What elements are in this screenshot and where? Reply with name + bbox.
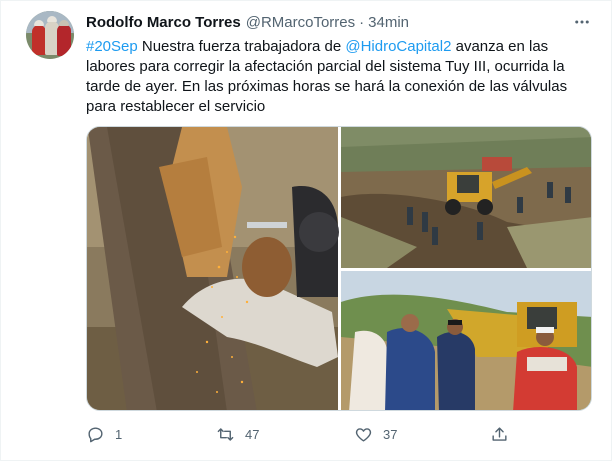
tweet-header: Rodolfo Marco Torres @RMarcoTorres · 34m…: [86, 12, 409, 32]
like-button[interactable]: 37: [354, 423, 397, 445]
media-photo-1[interactable]: [87, 127, 339, 411]
more-options-button[interactable]: [571, 11, 593, 33]
media-photo-3[interactable]: [341, 271, 592, 411]
reply-icon: [88, 426, 103, 442]
hashtag-link[interactable]: #20Sep: [86, 38, 138, 55]
tweet-text: #20Sep Nuestra fuerza trabajadora de @Hi…: [86, 37, 586, 117]
like-count: 37: [383, 426, 398, 442]
tweet-card[interactable]: Rodolfo Marco Torres @RMarcoTorres · 34m…: [0, 0, 612, 461]
reply-button[interactable]: 1: [86, 423, 122, 445]
more-horizontal-icon: [575, 20, 589, 24]
mention-link[interactable]: @HidroCapital2: [345, 38, 451, 55]
like-icon: [355, 427, 372, 442]
media-photo-2[interactable]: [341, 127, 592, 268]
header-separator: ·: [359, 13, 365, 31]
share-button[interactable]: [490, 423, 509, 445]
author-name[interactable]: Rodolfo Marco Torres: [86, 14, 241, 31]
tweet-timestamp[interactable]: 34min: [368, 14, 409, 31]
author-avatar[interactable]: [26, 11, 74, 59]
tweet-actions: 1 47 37: [86, 423, 526, 445]
tweet-text-part-1: Nuestra fuerza trabajadora de: [137, 38, 346, 55]
tweet-media-grid: [86, 126, 592, 411]
retweet-button[interactable]: 47: [216, 423, 259, 445]
retweet-count: 47: [245, 426, 260, 442]
retweet-icon: [217, 427, 234, 441]
reply-count: 1: [115, 426, 123, 442]
share-icon: [492, 426, 507, 441]
author-handle[interactable]: @RMarcoTorres: [246, 14, 355, 31]
